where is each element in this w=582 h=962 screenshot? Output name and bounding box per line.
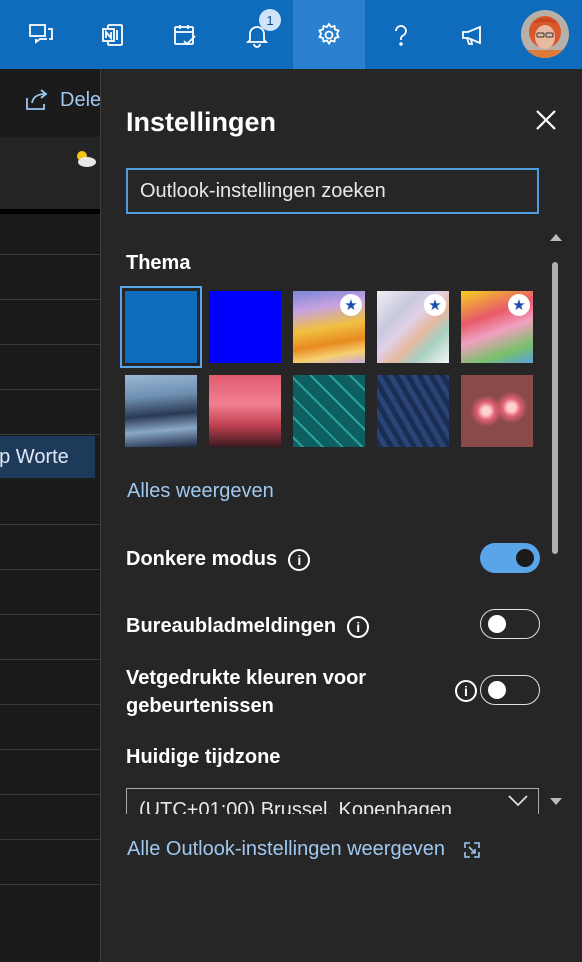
info-icon[interactable]: i [347,615,370,638]
notifications-button[interactable]: 1 [221,0,293,69]
close-icon[interactable] [533,107,559,133]
chat-feedback-icon [29,23,53,44]
weather-icon [77,151,96,167]
mail-list-background: Dele op Worte [0,69,100,962]
onenote-icon [102,23,123,46]
settings-search-input[interactable] [126,168,539,214]
theme-blue[interactable] [120,286,202,368]
top-bar: 1 [0,0,582,69]
theme-heading: Thema [126,252,191,274]
all-outlook-settings-text: Alle Outlook-instellingen weergeven [127,838,445,860]
theme-circuit[interactable] [293,375,365,447]
toggle-knob [488,681,506,699]
premium-star-icon: ★ [508,294,530,316]
dark-mode-label: Donkere modus i [126,545,311,573]
all-outlook-settings-link[interactable]: Alle Outlook-instellingen weergeven [127,838,481,861]
whats-new-button[interactable] [437,0,509,69]
show-all-themes-link[interactable]: Alles weergeven [127,480,274,503]
premium-star-icon: ★ [340,294,362,316]
list-divider [0,749,100,750]
settings-panel: Instellingen Thema ★ ★ ★ Alles weergeven… [100,69,582,962]
list-divider [0,344,100,345]
theme-palette[interactable]: ★ [293,291,365,363]
toggle-knob [516,549,534,567]
timezone-heading: Huidige tijdzone [126,746,281,768]
list-divider [0,704,100,705]
bold-event-colors-label: Vetgedrukte kleuren voor gebeurtenissen [126,664,366,720]
mail-header-area [0,137,100,209]
theme-denim[interactable] [377,375,449,447]
desktop-notifications-label: Bureaubladmeldingen i [126,612,370,640]
list-divider [0,524,100,525]
bold-event-colors-toggle[interactable] [480,675,540,705]
settings-scrollbar[interactable] [549,234,563,814]
share-icon [26,89,48,110]
bold-event-colors-text-line2: gebeurtenissen [126,695,274,717]
selected-list-item[interactable]: op Worte [0,436,95,478]
user-avatar[interactable] [521,10,569,58]
list-divider [0,569,100,570]
desktop-notifications-text: Bureaubladmeldingen [126,615,337,637]
settings-title: Instellingen [126,107,277,137]
timezone-select[interactable]: (UTC+01:00) Brussel, Kopenhagen [126,788,539,814]
bold-event-colors-text-line1: Vetgedrukte kleuren voor [126,667,367,689]
theme-ocean[interactable] [125,375,197,447]
theme-palm-sunset[interactable] [209,375,281,447]
list-divider [0,614,100,615]
scroll-thumb[interactable] [552,262,558,554]
list-divider [0,884,100,885]
avatar-photo-icon [521,10,569,58]
list-divider [0,434,100,435]
list-divider [0,389,100,390]
list-divider [0,299,100,300]
open-external-icon [464,841,480,858]
timezone-value: (UTC+01:00) Brussel, Kopenhagen [139,799,452,814]
onenote-button[interactable] [77,0,149,69]
toggle-knob [488,615,506,633]
list-divider [0,659,100,660]
info-icon[interactable]: i [455,680,477,702]
help-icon [395,24,407,46]
info-icon[interactable]: i [288,548,311,571]
dark-mode-toggle[interactable] [480,543,540,573]
megaphone-icon [462,25,481,45]
theme-bokeh[interactable] [461,375,533,447]
desktop-notifications-toggle[interactable] [480,609,540,639]
delete-command[interactable]: Dele [24,88,100,112]
notification-count-badge: 1 [259,9,281,31]
delete-command-label: Dele [60,88,100,111]
help-button[interactable] [365,0,437,69]
scroll-up-arrow-icon[interactable] [550,234,562,241]
dark-mode-text: Donkere modus [126,548,278,570]
chevron-down-icon [508,795,528,807]
chat-feedback-button[interactable] [5,0,77,69]
list-divider [0,794,100,795]
list-divider [0,254,100,255]
settings-button[interactable] [293,0,365,69]
list-divider [0,839,100,840]
theme-bright-blue[interactable] [209,291,281,363]
scroll-down-arrow-icon[interactable] [550,798,562,805]
theme-unicorn[interactable]: ★ [461,291,533,363]
divider [0,209,100,214]
gear-icon [318,21,340,45]
calendar-check-icon [174,24,196,45]
premium-star-icon: ★ [424,294,446,316]
calendar-tasks-button[interactable] [149,0,221,69]
theme-abstract[interactable]: ★ [377,291,449,363]
